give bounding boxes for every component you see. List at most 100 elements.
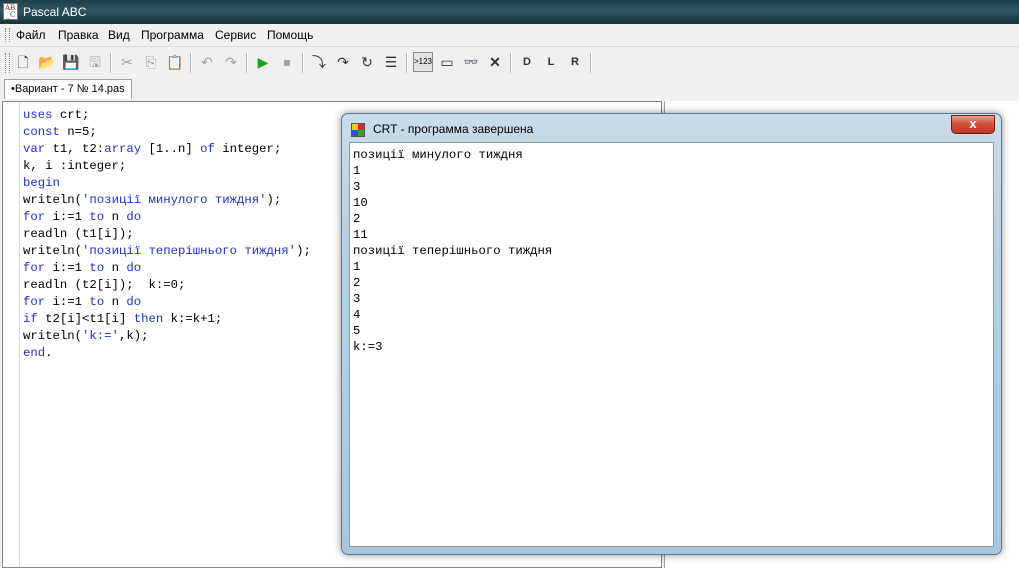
debug-list-icon[interactable]: ☰ xyxy=(381,52,401,72)
menu-help[interactable]: Помощь xyxy=(267,28,313,42)
crt-output-line: позиції минулого тиждня xyxy=(353,148,523,162)
crt-output-line: 3 xyxy=(353,180,361,194)
code-line[interactable]: readln (t2[i]); k:=0; xyxy=(23,277,311,294)
code-keyword: do xyxy=(126,261,142,275)
code-keyword: for xyxy=(23,295,46,309)
code-line[interactable]: writeln('позиції теперішнього тиждня'); xyxy=(23,243,311,260)
code-token: ); xyxy=(296,244,311,258)
code-token: [1..n] xyxy=(141,142,201,156)
paste-icon[interactable]: 📋 xyxy=(165,52,185,72)
code-line[interactable]: end. xyxy=(23,345,311,362)
code-keyword: if xyxy=(23,312,38,326)
doc-r-icon[interactable]: R xyxy=(565,52,585,72)
crt-output-line: k:=3 xyxy=(353,340,383,354)
code-line[interactable]: uses crt; xyxy=(23,107,311,124)
pascal-abc-app-icon[interactable]: AB C C xyxy=(3,3,18,26)
menu-service[interactable]: Сервис xyxy=(215,28,256,42)
toolbar-separator xyxy=(190,53,192,73)
crt-output-line: 11 xyxy=(353,228,368,242)
output-123-button[interactable]: >123 xyxy=(413,52,433,72)
save-icon[interactable]: 💾 xyxy=(61,52,81,72)
code-keyword: begin xyxy=(23,176,60,190)
menu-bar: Файл Правка Вид Программа Сервис Помощь xyxy=(0,24,1019,47)
code-token: writeln( xyxy=(23,329,83,343)
code-line[interactable]: var t1, t2:array [1..n] of integer; xyxy=(23,141,311,158)
code-string: 'k:=' xyxy=(82,329,119,343)
code-text[interactable]: uses crt; const n=5; var t1, t2:array [1..… xyxy=(23,107,311,362)
code-token: ); xyxy=(266,193,282,207)
toolbar-separator xyxy=(246,53,248,73)
menu-view[interactable]: Вид xyxy=(108,28,130,42)
editor-gutter[interactable] xyxy=(3,102,20,567)
code-token: readln (t1[i]); xyxy=(23,227,134,241)
menu-edit[interactable]: Правка xyxy=(58,28,99,42)
crt-output-line: 1 xyxy=(353,164,361,178)
undo-icon[interactable]: ↶ xyxy=(197,52,217,72)
code-keyword: to xyxy=(89,295,105,309)
doc-d-icon[interactable]: D xyxy=(517,52,537,72)
code-keyword: then xyxy=(133,312,164,326)
crt-output-area[interactable]: позиції минулого тиждня 1 3 10 2 11 позиції те… xyxy=(349,142,994,547)
menu-grip-handle[interactable] xyxy=(5,28,10,42)
code-keyword: of xyxy=(200,142,215,156)
toolbar-separator xyxy=(110,53,112,73)
crt-output-line: 4 xyxy=(353,308,361,322)
crt-output-line: 1 xyxy=(353,260,361,274)
step-into-icon[interactable]: ⤵ xyxy=(309,52,329,72)
code-string: 'позиції теперішнього тиждня' xyxy=(82,244,297,258)
code-string: 'позиції минулого тиждня' xyxy=(82,193,267,207)
crt-window[interactable]: CRT - программа завершена x позиції мину… xyxy=(341,113,1002,555)
run-to-cursor-icon[interactable]: ↻ xyxy=(357,52,377,72)
toolbar-separator xyxy=(302,53,304,73)
toolbar-grip-handle[interactable] xyxy=(5,53,10,73)
code-line[interactable]: begin xyxy=(23,175,311,192)
crt-app-icon[interactable] xyxy=(351,123,365,137)
code-keyword: for xyxy=(23,210,46,224)
code-line[interactable]: k, i :integer; xyxy=(23,158,311,175)
output-window-icon[interactable]: ▭ xyxy=(437,52,457,72)
toolbar-separator xyxy=(590,53,592,73)
copy-icon[interactable]: ⎘ xyxy=(141,52,161,72)
code-keyword: do xyxy=(126,210,142,224)
title-bar[interactable]: AB C C Pascal ABC xyxy=(0,0,1019,26)
cut-icon[interactable]: ✂ xyxy=(117,52,137,72)
crt-output-line: 2 xyxy=(353,212,361,226)
code-line[interactable]: readln (t1[i]); xyxy=(23,226,311,243)
code-line[interactable]: writeln('позиції минулого тиждня'); xyxy=(23,192,311,209)
crt-output-line: 3 xyxy=(353,292,361,306)
code-token: n xyxy=(104,261,127,275)
doc-l-icon[interactable]: L xyxy=(541,52,561,72)
close-icon[interactable]: ✕ xyxy=(485,52,505,72)
open-folder-icon[interactable]: 📂 xyxy=(37,52,57,72)
code-token: readln (t2[i]); k:=0; xyxy=(23,278,186,292)
crt-output-text: позиції минулого тиждня 1 3 10 2 11 позиції те… xyxy=(353,147,552,355)
run-icon[interactable]: ▶ xyxy=(253,52,273,72)
code-line[interactable]: for i:=1 to n do xyxy=(23,209,311,226)
step-over-icon[interactable]: ↷ xyxy=(333,52,353,72)
code-line[interactable]: const n=5; xyxy=(23,124,311,141)
new-file-icon[interactable]: 🗋 xyxy=(13,52,33,72)
code-keyword: uses xyxy=(23,108,53,122)
code-token: writeln( xyxy=(23,244,83,258)
save-all-icon[interactable]: 🖫 xyxy=(85,52,105,72)
code-line[interactable]: for i:=1 to n do xyxy=(23,260,311,277)
code-line[interactable]: if t2[i]<t1[i] then k:=k+1; xyxy=(23,311,311,328)
code-token: t1, t2: xyxy=(45,142,105,156)
code-keyword: const xyxy=(23,125,60,139)
code-token: writeln( xyxy=(23,193,83,207)
code-token: ,k); xyxy=(118,329,149,343)
watch-icon[interactable]: 👓 xyxy=(461,52,481,72)
crt-close-button[interactable]: x xyxy=(951,115,995,134)
code-line[interactable]: writeln('k:=',k); xyxy=(23,328,311,345)
menu-file[interactable]: Файл xyxy=(16,28,46,42)
tab-current-file[interactable]: •Вариант - 7 № 14.pas xyxy=(4,79,132,99)
code-token: k:=k+1; xyxy=(163,312,223,326)
code-line[interactable]: for i:=1 to n do xyxy=(23,294,311,311)
toolbar-separator xyxy=(510,53,512,73)
stop-icon[interactable]: ⏹ xyxy=(277,52,297,72)
menu-program[interactable]: Программа xyxy=(141,28,204,42)
code-token: i:=1 xyxy=(45,210,90,224)
code-token: n=5; xyxy=(59,125,97,139)
redo-icon[interactable]: ↷ xyxy=(221,52,241,72)
crt-window-title: CRT - программа завершена xyxy=(373,122,534,136)
